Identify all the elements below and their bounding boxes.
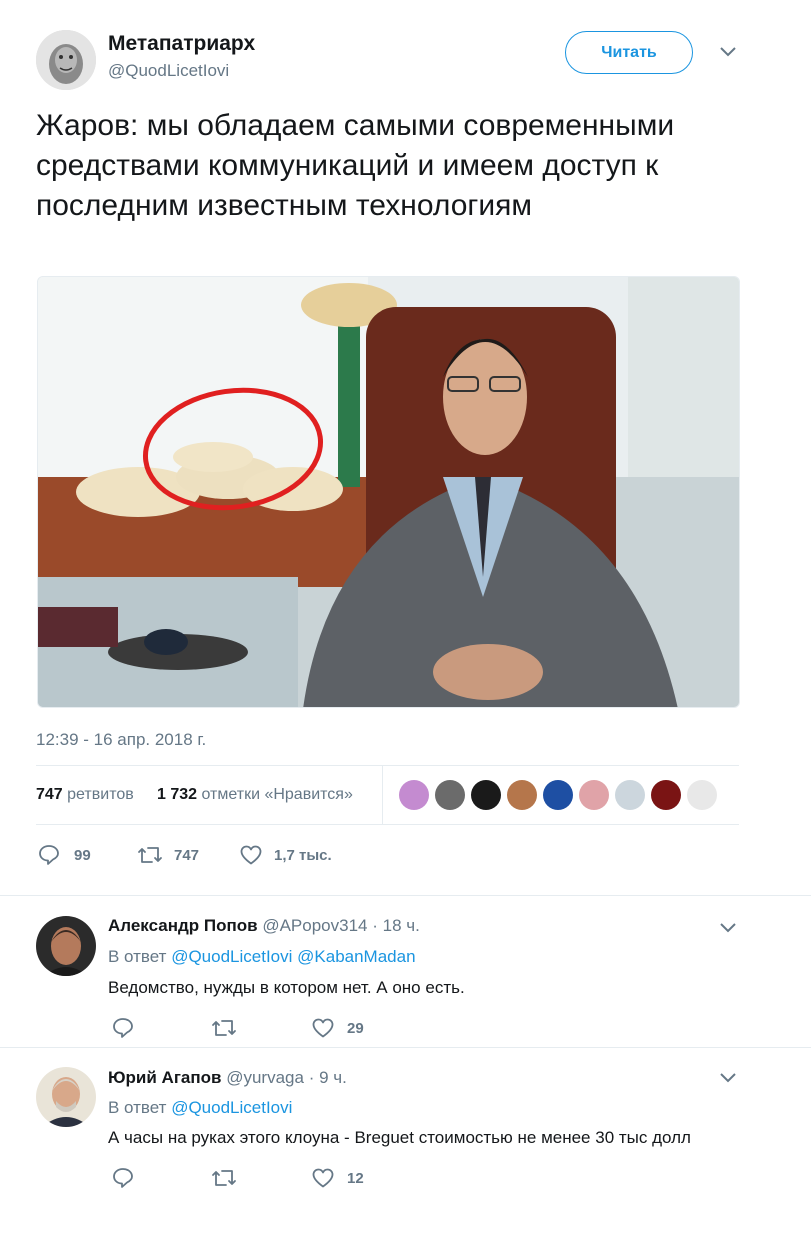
- author-name[interactable]: Метапатриарх: [108, 32, 255, 56]
- reply-text: А часы на руках этого клоуна - Breguet с…: [108, 1128, 691, 1147]
- reply-context-label: В ответ: [108, 947, 167, 966]
- retweet-count[interactable]: 747: [174, 847, 199, 864]
- reply-author-name[interactable]: Александр Попов: [108, 916, 258, 935]
- avatar[interactable]: [36, 916, 96, 976]
- liker-avatar[interactable]: [471, 780, 501, 810]
- stats-top-divider: [36, 765, 739, 766]
- liker-avatar[interactable]: [615, 780, 645, 810]
- tweet-photo[interactable]: [37, 276, 740, 708]
- tweet-text: Жаров: мы обладаем самыми современными с…: [36, 109, 675, 222]
- reply-count[interactable]: 99: [74, 847, 91, 864]
- liker-avatar[interactable]: [651, 780, 681, 810]
- mention-link[interactable]: @QuodLicetIovi: [171, 947, 292, 966]
- like-count[interactable]: 1,7 тыс.: [274, 847, 332, 864]
- author-handle[interactable]: @QuodLicetIovi: [108, 61, 229, 81]
- retweet-icon[interactable]: [211, 1168, 237, 1188]
- reply-time[interactable]: · 9 ч.: [309, 1068, 347, 1087]
- stats-vertical-divider: [382, 766, 383, 824]
- retweets-stat[interactable]: 747 ретвитов: [36, 786, 134, 804]
- reply-author-handle[interactable]: @APopov314: [262, 916, 367, 935]
- mention-link[interactable]: @QuodLicetIovi: [171, 1098, 292, 1117]
- liker-avatar[interactable]: [435, 780, 465, 810]
- likes-label: отметки «Нравится»: [201, 786, 353, 803]
- chevron-down-icon[interactable]: [720, 47, 736, 57]
- liker-avatar[interactable]: [579, 780, 609, 810]
- reply-author-handle[interactable]: @yurvaga: [226, 1068, 304, 1087]
- reply-text: Ведомство, нужды в котором нет. А оно ес…: [108, 978, 465, 997]
- reply-context-label: В ответ: [108, 1098, 167, 1117]
- likes-count: 1 732: [157, 786, 198, 803]
- reply-item[interactable]: Юрий Агапов @yurvaga · 9 ч. В ответ @Quo…: [0, 1048, 811, 1208]
- chevron-down-icon[interactable]: [720, 1073, 736, 1083]
- like-count[interactable]: 12: [347, 1170, 364, 1187]
- author-avatar[interactable]: [36, 30, 96, 90]
- retweet-icon[interactable]: [211, 1018, 237, 1038]
- liker-avatar[interactable]: [687, 780, 717, 810]
- tweet-timestamp[interactable]: 12:39 - 16 апр. 2018 г.: [36, 730, 206, 750]
- heart-icon[interactable]: [312, 1168, 334, 1188]
- like-count[interactable]: 29: [347, 1020, 364, 1037]
- liker-avatar[interactable]: [399, 780, 429, 810]
- retweets-label: ретвитов: [67, 786, 134, 803]
- mention-link[interactable]: @KabanMadan: [297, 947, 415, 966]
- reply-icon[interactable]: [112, 1167, 134, 1189]
- heart-icon[interactable]: [312, 1018, 334, 1038]
- chevron-down-icon[interactable]: [720, 923, 736, 933]
- heart-icon[interactable]: [240, 845, 262, 865]
- liker-avatar[interactable]: [543, 780, 573, 810]
- likes-stat[interactable]: 1 732 отметки «Нравится»: [157, 786, 353, 804]
- follow-button[interactable]: Читать: [565, 31, 693, 74]
- avatar[interactable]: [36, 1067, 96, 1127]
- liker-avatar[interactable]: [507, 780, 537, 810]
- stats-bottom-divider: [36, 824, 739, 825]
- reply-icon[interactable]: [38, 844, 60, 866]
- likers-avatars: [399, 780, 729, 810]
- reply-time[interactable]: · 18 ч.: [372, 916, 420, 935]
- retweets-count: 747: [36, 786, 63, 803]
- reply-icon[interactable]: [112, 1017, 134, 1039]
- retweet-icon[interactable]: [137, 845, 163, 865]
- reply-author-name[interactable]: Юрий Агапов: [108, 1068, 221, 1087]
- reply-item[interactable]: Александр Попов @APopov314 · 18 ч. В отв…: [0, 896, 811, 1047]
